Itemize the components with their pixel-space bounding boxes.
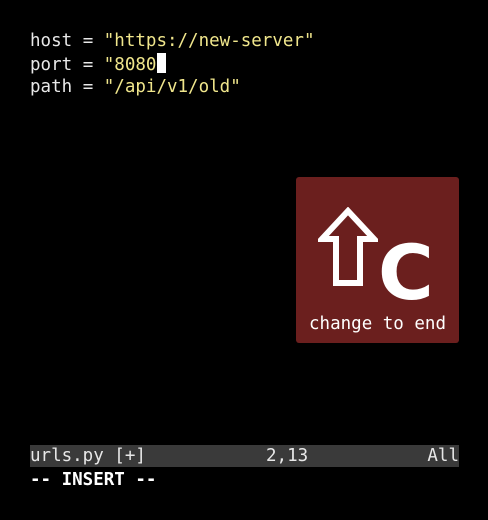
key-letter: C <box>378 228 434 317</box>
code-operator: = <box>72 55 104 75</box>
code-line[interactable]: host = "https://new-server" <box>30 30 460 53</box>
code-identifier: port <box>30 55 73 75</box>
mode-indicator: -- INSERT -- <box>30 470 157 490</box>
code-line[interactable]: path = "/api/v1/old" <box>30 76 460 99</box>
code-identifier: path <box>30 77 73 97</box>
keystroke-glyphs: C <box>296 207 459 311</box>
keystroke-overlay: C change to end <box>296 177 459 343</box>
code-string: "8080 <box>103 55 157 75</box>
code-string: "/api/v1/old" <box>103 77 241 97</box>
editor-buffer[interactable]: host = "https://new-server" port = "8080… <box>30 30 460 99</box>
code-line[interactable]: port = "8080 <box>30 53 460 76</box>
text-cursor <box>157 53 167 73</box>
shift-arrow-icon <box>318 207 378 286</box>
code-operator: = <box>72 31 104 51</box>
keystroke-caption: change to end <box>309 314 446 334</box>
code-string: "https://new-server" <box>103 31 315 51</box>
code-operator: = <box>72 77 104 97</box>
status-scroll-indicator: All <box>427 446 459 466</box>
status-filename: urls.py [+] <box>30 446 146 466</box>
code-identifier: host <box>30 31 73 51</box>
status-cursor-position: 2,13 <box>266 446 309 466</box>
status-line: urls.py [+] 2,13 All <box>30 445 459 467</box>
